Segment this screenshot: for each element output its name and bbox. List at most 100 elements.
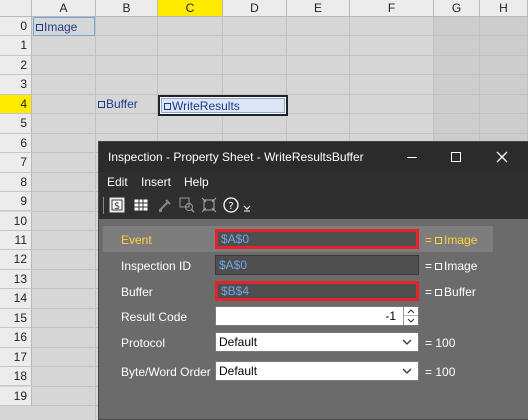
property-label: Byte/Word Order — [121, 365, 211, 379]
sheet-corner[interactable] — [0, 0, 32, 17]
protocol-select[interactable]: Default — [215, 332, 419, 352]
equals-sign: = — [425, 285, 433, 299]
spin-up-button[interactable] — [404, 307, 418, 316]
row-gridline — [32, 74, 528, 76]
row-header-6[interactable]: 6 — [0, 133, 32, 154]
toolbar: $ ? — [99, 192, 528, 219]
row-header-13[interactable]: 13 — [0, 269, 32, 290]
close-button[interactable] — [479, 142, 525, 172]
property-result-value: Image — [444, 259, 478, 273]
property-label: Result Code — [121, 310, 188, 324]
property-sheet-dialog: Inspection - Property Sheet - WriteResul… — [98, 141, 528, 420]
row-header-14[interactable]: 14 — [0, 289, 32, 309]
row-gridline — [32, 54, 528, 56]
fit-icon[interactable] — [201, 197, 217, 213]
svg-text:?: ? — [228, 201, 233, 212]
property-row-protocol[interactable]: Protocol Default = 100 — [103, 329, 493, 355]
row-gridline — [32, 35, 528, 37]
equals-sign: = — [425, 336, 433, 350]
property-label: Inspection ID — [121, 259, 192, 273]
property-result: = Buffer — [425, 285, 476, 299]
row-header-15[interactable]: 15 — [0, 308, 32, 329]
reference-icon — [435, 263, 443, 270]
minimize-icon — [407, 156, 417, 158]
spin-down-button[interactable] — [404, 316, 418, 325]
byte-word-order-select[interactable]: Default — [215, 361, 419, 381]
row-header-16[interactable]: 16 — [0, 328, 32, 348]
property-label: Event — [121, 233, 152, 247]
column-header-d[interactable]: D — [223, 0, 287, 17]
column-header-g[interactable]: G — [434, 0, 480, 17]
table-icon[interactable] — [133, 197, 149, 213]
cell-c4-selected[interactable]: WriteResults — [158, 95, 288, 116]
help-icon[interactable]: ? — [223, 197, 239, 213]
row-header-9[interactable]: 9 — [0, 192, 32, 212]
chevron-up-icon — [407, 309, 415, 314]
column-header-e[interactable]: E — [287, 0, 350, 17]
more-icon[interactable] — [242, 202, 252, 212]
properties-icon[interactable]: $ — [109, 197, 125, 213]
property-row-byte-word-order[interactable]: Byte/Word Order Default = 100 — [103, 358, 493, 384]
row-header-11[interactable]: 11 — [0, 230, 32, 251]
equals-sign: = — [425, 259, 433, 273]
zoom-icon[interactable] — [179, 197, 195, 213]
row-header-4[interactable]: 4 — [0, 94, 32, 115]
byte-word-order-select-value: Default — [219, 364, 258, 378]
property-result-value: 100 — [435, 336, 456, 350]
menu-edit[interactable]: Edit — [107, 175, 128, 189]
svg-text:$: $ — [114, 201, 120, 212]
column-gridline — [95, 17, 96, 420]
property-result: = Image — [425, 233, 477, 247]
inspection-id-field[interactable]: $A$0 — [215, 255, 419, 275]
spin-buttons — [403, 307, 418, 325]
menu-bar: Edit Insert Help — [99, 172, 528, 192]
row-header-2[interactable]: 2 — [0, 55, 32, 76]
menu-insert[interactable]: Insert — [141, 175, 171, 189]
property-row-buffer[interactable]: Buffer $B$4 = Buffer — [103, 278, 493, 304]
property-result-value: Image — [444, 233, 478, 247]
property-row-inspection-id[interactable]: Inspection ID $A$0 = Image — [103, 252, 493, 278]
maximize-icon — [451, 152, 461, 162]
property-result: = Image — [425, 259, 477, 273]
event-field[interactable]: $A$0 — [215, 229, 419, 249]
row-header-1[interactable]: 1 — [0, 36, 32, 56]
row-header-12[interactable]: 12 — [0, 250, 32, 270]
property-row-result-code[interactable]: Result Code -1 — [103, 303, 493, 329]
row-header-3[interactable]: 3 — [0, 75, 32, 95]
minimize-button[interactable] — [389, 142, 435, 172]
property-row-event[interactable]: Event $A$0 = Image — [103, 226, 493, 252]
row-header-0[interactable]: 0 — [0, 17, 32, 37]
row-header-10[interactable]: 10 — [0, 211, 32, 231]
cell-a0[interactable]: Image — [33, 17, 95, 36]
row-header-19[interactable]: 19 — [0, 386, 32, 406]
cell-b4[interactable]: Buffer — [96, 95, 138, 114]
property-grid: Event $A$0 = Image Inspection ID $A$0 = Image Bu… — [103, 226, 528, 420]
chevron-down-icon — [402, 339, 412, 345]
column-header-f[interactable]: F — [350, 0, 434, 17]
row-header-5[interactable]: 5 — [0, 114, 32, 134]
reference-icon — [435, 289, 443, 296]
column-header-b[interactable]: B — [96, 0, 158, 17]
maximize-button[interactable] — [433, 142, 479, 172]
result-code-spinner[interactable]: -1 — [215, 306, 419, 326]
row-gridline — [32, 132, 528, 134]
row-header-17[interactable]: 17 — [0, 347, 32, 368]
protocol-select-value: Default — [219, 335, 258, 349]
buffer-field[interactable]: $B$4 — [215, 281, 419, 301]
buffer-ref-icon — [98, 101, 105, 108]
property-label: Buffer — [121, 285, 153, 299]
property-result: = 100 — [425, 365, 455, 379]
row-header-18[interactable]: 18 — [0, 367, 32, 387]
toolbar-grip — [103, 197, 104, 214]
equals-sign: = — [425, 233, 433, 247]
column-header-h[interactable]: H — [480, 0, 528, 17]
dialog-titlebar[interactable]: Inspection - Property Sheet - WriteResul… — [99, 142, 528, 172]
pick-icon[interactable] — [157, 197, 173, 213]
column-header-a[interactable]: A — [32, 0, 96, 17]
row-header-7[interactable]: 7 — [0, 153, 32, 173]
menu-help[interactable]: Help — [184, 175, 209, 189]
row-header-8[interactable]: 8 — [0, 172, 32, 192]
result-code-spinner-value: -1 — [385, 309, 396, 323]
image-ref-icon — [36, 24, 43, 31]
column-header-c[interactable]: C — [158, 0, 223, 17]
